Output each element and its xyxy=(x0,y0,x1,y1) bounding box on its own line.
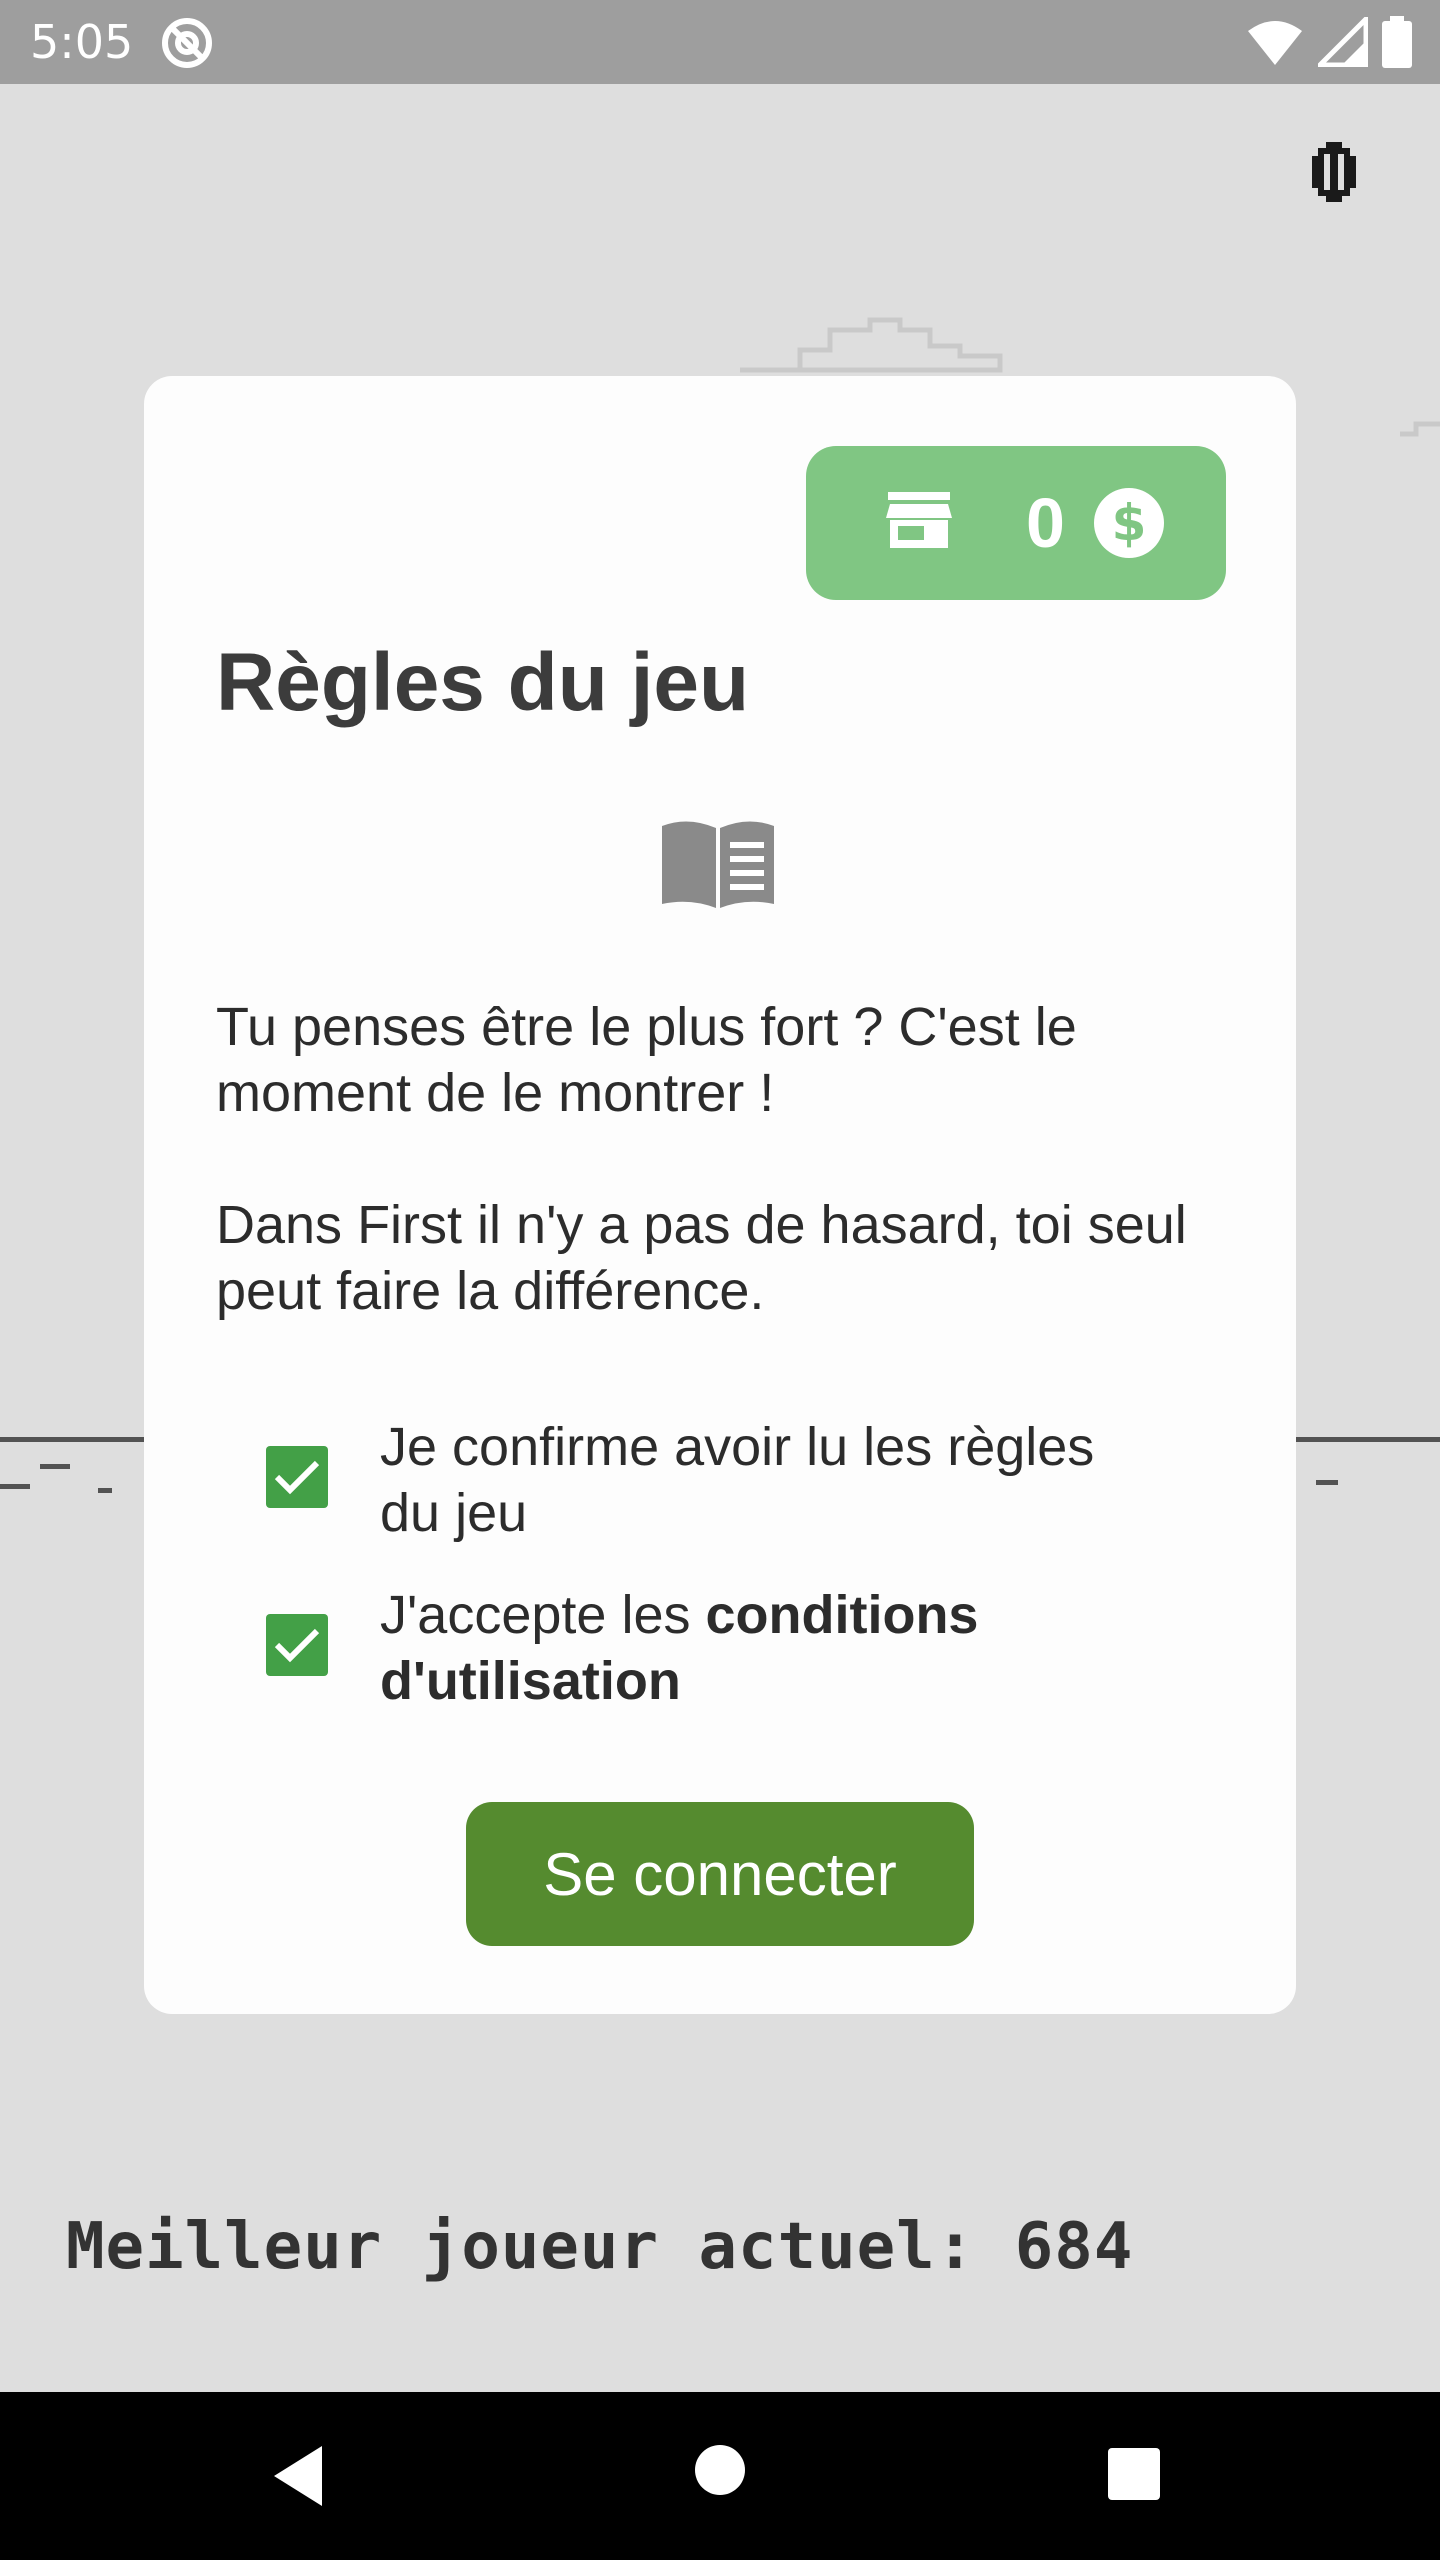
ground-pebble xyxy=(0,1484,30,1489)
ground-pebble xyxy=(40,1464,70,1469)
status-icons xyxy=(1246,12,1412,73)
store-icon xyxy=(886,492,952,553)
svg-text:$: $ xyxy=(1112,494,1147,552)
accept-terms-checkbox[interactable] xyxy=(266,1614,328,1676)
battery-icon xyxy=(1382,16,1412,73)
signal-icon xyxy=(1313,12,1369,72)
connect-button[interactable]: Se connecter xyxy=(466,1802,974,1946)
wifi-icon xyxy=(1246,17,1304,72)
status-time: 5:05 xyxy=(30,15,134,69)
dollar-coin-icon: $ xyxy=(1092,486,1166,565)
accept-terms-label: J'accepte les conditions d'utilisation xyxy=(380,1582,1140,1714)
at-sign-icon xyxy=(160,16,214,75)
cloud-decoration xyxy=(1396,410,1440,445)
confirm-rules-checkbox[interactable] xyxy=(266,1446,328,1508)
coin-balance-button[interactable]: 0 $ xyxy=(806,446,1226,600)
rules-paragraph: Dans First il n'y a pas de hasard, toi s… xyxy=(216,1195,1187,1321)
rules-paragraph: Tu penses être le plus fort ? C'est le m… xyxy=(216,997,1077,1123)
home-icon[interactable] xyxy=(694,2444,746,2501)
status-bar: 5:05 xyxy=(0,0,1440,84)
confirm-rules-label: Je confirme avoir lu les règles du jeu xyxy=(380,1417,1095,1543)
navigation-bar xyxy=(0,2392,1440,2560)
ground-pebble xyxy=(98,1488,112,1493)
pause-icon[interactable] xyxy=(1306,142,1362,207)
ground-pebble xyxy=(1316,1480,1338,1485)
confirm-rules-row[interactable]: Je confirme avoir lu les règles du jeu xyxy=(266,1414,1140,1546)
recents-icon[interactable] xyxy=(1108,2448,1160,2505)
back-icon[interactable] xyxy=(270,2444,326,2513)
accept-terms-prefix: J'accepte les xyxy=(380,1585,706,1645)
accept-terms-row[interactable]: J'accepte les conditions d'utilisation xyxy=(266,1582,1140,1714)
book-open-icon xyxy=(660,818,776,915)
coin-count: 0 xyxy=(1026,484,1065,562)
best-player-score: Meilleur joueur actuel: 684 xyxy=(66,2210,1134,2284)
dialog-title: Règles du jeu xyxy=(216,637,750,728)
